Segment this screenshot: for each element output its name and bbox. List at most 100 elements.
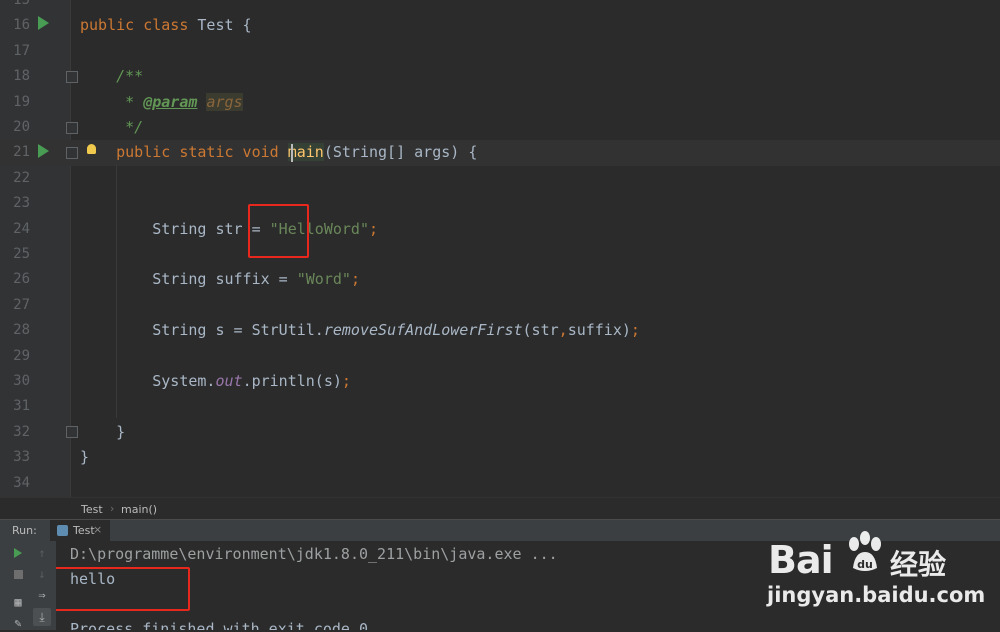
code-token: String str =: [80, 219, 270, 238]
line-number: 16: [13, 17, 30, 34]
run-toolbar: ↑ ↓ ⇒ ▦ ⤓ ✎: [0, 541, 56, 630]
code-token: args: [206, 92, 243, 111]
baidu-jingyan-watermark: Bai du 经验 jingyan.baidu.com: [765, 520, 985, 610]
code-token: public static void: [80, 143, 288, 162]
code-line[interactable]: 18 /**: [0, 64, 1000, 89]
code-line[interactable]: 23: [0, 191, 1000, 216]
code-editor[interactable]: 15 16 public class Test {17 18 /** 19 * @par…: [0, 0, 1000, 497]
line-number: 24: [13, 220, 30, 237]
code-text: String str = "HelloWord";: [80, 217, 378, 242]
code-line[interactable]: 24 String str = "HelloWord";: [0, 217, 1000, 242]
code-token: "Word": [296, 270, 351, 289]
code-line[interactable]: 25: [0, 242, 1000, 267]
highlight-box-string: [248, 204, 309, 258]
code-line[interactable]: 16 public class Test {: [0, 13, 1000, 38]
breadcrumb-method[interactable]: main(): [121, 503, 157, 516]
line-number: 20: [13, 119, 30, 135]
code-token: ;: [350, 270, 360, 289]
code-token: removeSufAndLowerFirst: [323, 321, 523, 340]
line-number: 17: [13, 42, 30, 59]
run-config-icon: [57, 525, 68, 536]
text-caret: [291, 144, 293, 162]
code-token: out: [215, 372, 243, 390]
run-label: Run:: [12, 524, 37, 537]
fold-method-end-icon[interactable]: [66, 426, 78, 438]
line-number: 15: [13, 0, 30, 8]
scroll-to-end-icon[interactable]: ⤓: [33, 608, 51, 626]
line-number: 32: [13, 423, 30, 440]
fold-comment-end-icon[interactable]: [66, 122, 78, 134]
code-line[interactable]: 28 String s = StrUtil.removeSufAndLowerF…: [0, 318, 1000, 343]
line-number: 21: [13, 144, 30, 161]
code-token: */: [80, 118, 144, 136]
line-number: 33: [13, 449, 30, 466]
line-number: 23: [13, 195, 30, 212]
code-token: /**: [80, 67, 144, 86]
code-token: ;: [630, 321, 640, 340]
lightbulb-icon[interactable]: [87, 144, 96, 154]
code-token: String suffix =: [80, 270, 297, 289]
code-token: ,: [558, 321, 568, 340]
line-number: 22: [13, 169, 30, 186]
code-line[interactable]: 26 String suffix = "Word";: [0, 267, 1000, 292]
code-token: Test {: [197, 16, 252, 35]
code-line[interactable]: 31: [0, 394, 1000, 419]
code-token: ;: [369, 219, 379, 238]
code-line[interactable]: 33}: [0, 445, 1000, 470]
console-command-line: D:\programme\environment\jdk1.8.0_211\bi…: [70, 545, 558, 563]
line-number: 34: [13, 474, 30, 491]
code-line[interactable]: 29: [0, 344, 1000, 369]
layout-icon[interactable]: ▦: [9, 593, 27, 611]
code-line[interactable]: 30 System.out.println(s);: [0, 369, 1000, 394]
line-number: 26: [13, 271, 30, 288]
close-icon[interactable]: ×: [93, 523, 102, 536]
code-text: public static void main(String[] args) {: [80, 140, 477, 165]
code-text: System.out.println(s);: [80, 369, 351, 394]
code-text: */: [80, 115, 143, 140]
code-token: @param: [143, 92, 198, 111]
code-line[interactable]: 15: [0, 0, 1000, 13]
code-text: String s = StrUtil.removeSufAndLowerFirs…: [80, 318, 640, 343]
code-line[interactable]: 17: [0, 39, 1000, 64]
up-arrow-icon[interactable]: ↑: [33, 544, 51, 562]
breadcrumb-class[interactable]: Test: [81, 503, 103, 516]
soft-wrap-icon[interactable]: ⇒: [33, 586, 51, 604]
watermark-url: jingyan.baidu.com: [767, 583, 986, 607]
code-line[interactable]: 34: [0, 471, 1000, 496]
breadcrumb: Test › main(): [0, 497, 1000, 520]
baidu-paw-icon: du: [849, 531, 881, 571]
stop-icon[interactable]: [9, 565, 27, 583]
line-number: 25: [13, 246, 30, 262]
code-line[interactable]: 21 public static void main(String[] args…: [0, 140, 1000, 166]
code-token: (str: [522, 321, 559, 340]
code-text: }: [80, 420, 125, 445]
line-number: 28: [13, 322, 30, 339]
indent-guide: [116, 165, 117, 418]
rerun-icon[interactable]: [9, 544, 27, 562]
watermark-brand-cn: 经验: [890, 548, 947, 581]
code-text: }: [80, 445, 89, 470]
down-arrow-icon[interactable]: ↓: [33, 565, 51, 583]
code-text: /**: [80, 64, 143, 89]
highlight-box-output: [56, 567, 190, 611]
code-token: }: [80, 422, 126, 441]
code-line[interactable]: 19 * @param args: [0, 90, 1000, 115]
code-token: .println(s): [242, 372, 342, 390]
code-token: *: [80, 92, 144, 111]
code-line[interactable]: 20 */: [0, 115, 1000, 140]
pin-icon[interactable]: ✎: [9, 614, 27, 632]
code-line[interactable]: 27: [0, 293, 1000, 318]
code-line[interactable]: 22: [0, 166, 1000, 191]
svg-text:du: du: [857, 558, 873, 571]
code-text: * @param args: [80, 90, 243, 115]
code-line[interactable]: 32 }: [0, 420, 1000, 445]
code-token: System.: [80, 372, 216, 390]
code-text: String suffix = "Word";: [80, 267, 360, 292]
run-main-icon[interactable]: [38, 144, 49, 158]
line-number: 27: [13, 296, 30, 313]
fold-comment-icon[interactable]: [66, 71, 78, 83]
run-class-icon[interactable]: [38, 16, 49, 30]
fold-method-icon[interactable]: [66, 147, 78, 159]
code-text: public class Test {: [80, 13, 252, 38]
line-number: 19: [13, 93, 30, 110]
